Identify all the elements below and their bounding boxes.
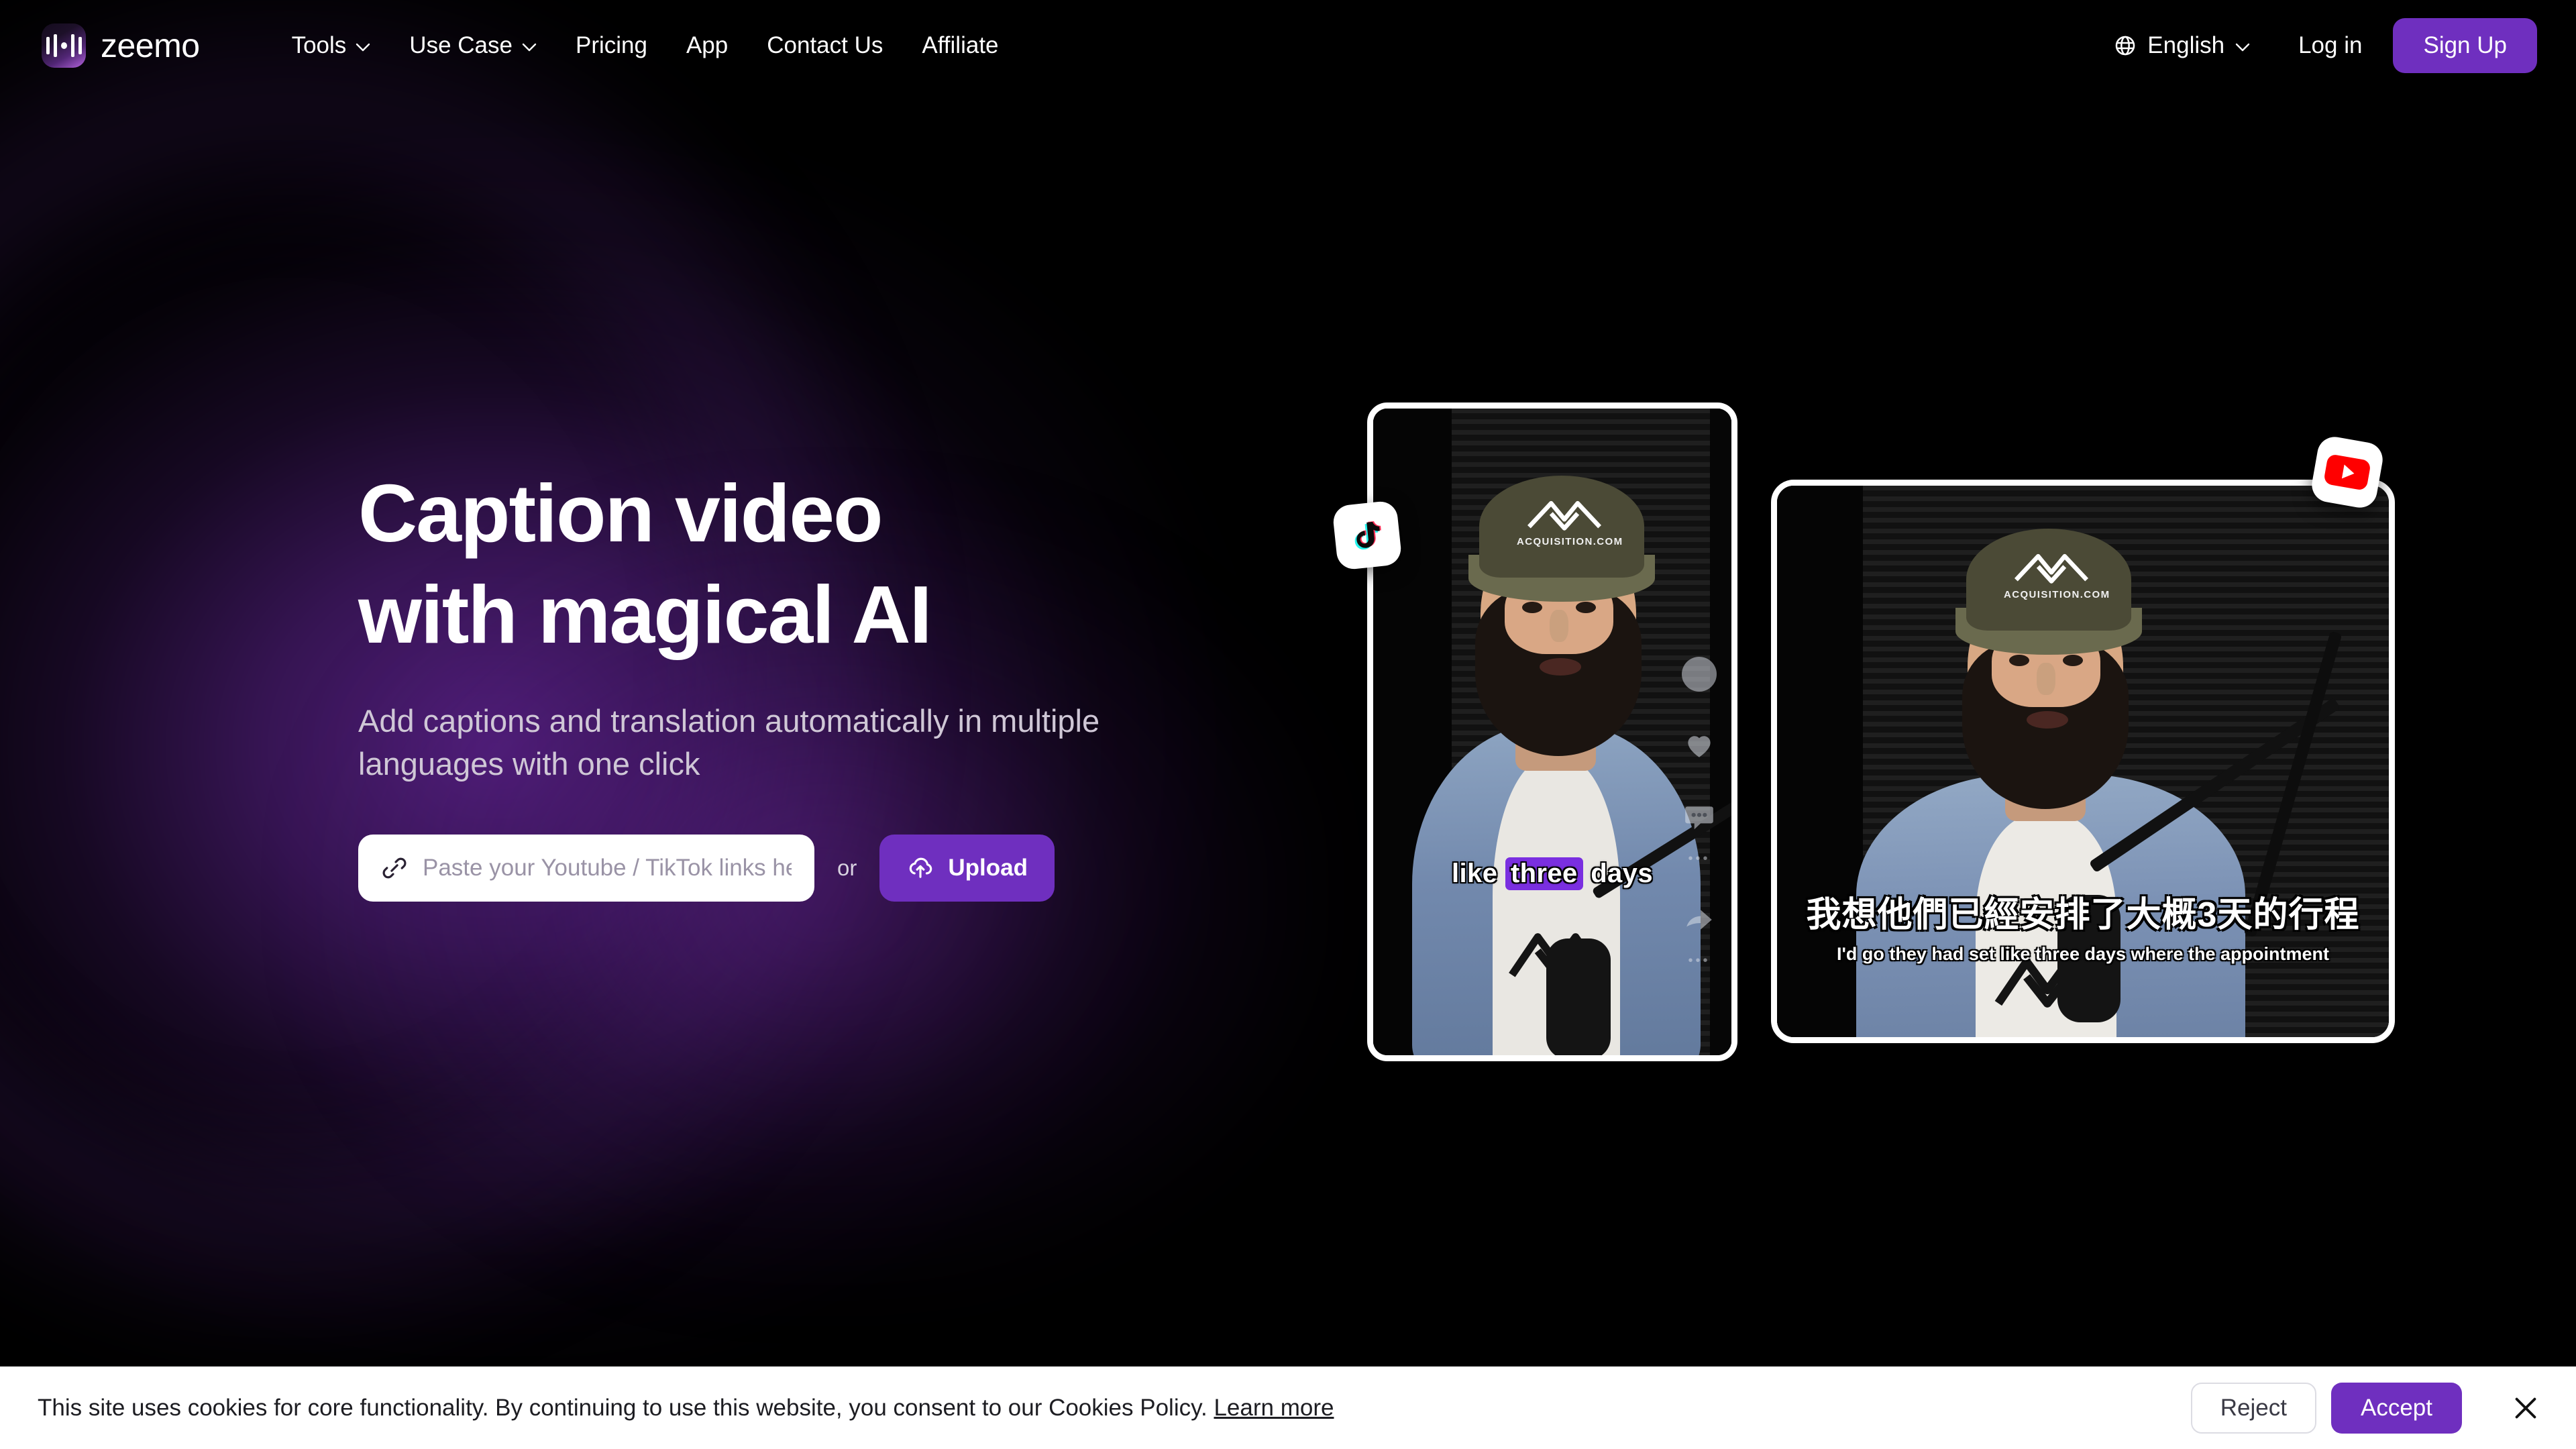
wide-video-card[interactable]: ACQUISITION.COM 我想他們已經安排了大概3天的行程 I'd go … <box>1771 480 2395 1043</box>
hero-title-line1: Caption video <box>358 468 883 559</box>
learn-more-link[interactable]: Learn more <box>1214 1395 1334 1421</box>
login-link[interactable]: Log in <box>2267 32 2393 59</box>
caption-word-after: days <box>1591 859 1653 888</box>
vertical-video-frame: ACQUISITION.COM ••• ••• like three days <box>1373 409 1731 1055</box>
link-icon <box>381 855 408 881</box>
nav-item-label: Affiliate <box>922 32 999 58</box>
close-icon[interactable] <box>2510 1393 2541 1424</box>
nav-item-tools[interactable]: Tools <box>272 32 390 59</box>
video-caption-english: like three days <box>1373 857 1731 890</box>
share-count-dots: ••• <box>1688 953 1711 968</box>
wide-video-frame: ACQUISITION.COM 我想他們已經安排了大概3天的行程 I'd go … <box>1777 486 2389 1037</box>
globe-icon <box>2114 34 2137 57</box>
main-navigation: Tools Use Case Pricing App Contact Us Af… <box>272 32 1018 59</box>
chevron-down-icon <box>2235 43 2250 52</box>
header-actions: English Log in Sign Up <box>2096 18 2537 73</box>
cookie-actions: Reject Accept <box>2190 1382 2541 1434</box>
caption-word-highlight: three <box>1505 857 1583 890</box>
nav-item-contact-us[interactable]: Contact Us <box>747 32 902 59</box>
cap-logo-text: ACQUISITION.COM <box>2004 589 2110 600</box>
nav-item-label: Pricing <box>575 32 647 58</box>
social-action-rail: ••• ••• <box>1682 657 1717 969</box>
upload-button[interactable]: Upload <box>879 835 1055 902</box>
chevron-down-icon <box>522 43 537 52</box>
brand-name: zeemo <box>101 27 200 64</box>
cookie-banner: This site uses cookies for core function… <box>0 1366 2576 1449</box>
caption-word-before: like <box>1452 859 1498 888</box>
nav-item-use-case[interactable]: Use Case <box>390 32 556 59</box>
cap-logo-text: ACQUISITION.COM <box>1517 536 1623 547</box>
accept-button[interactable]: Accept <box>2331 1382 2462 1434</box>
share-icon[interactable] <box>1682 903 1716 940</box>
reject-button[interactable]: Reject <box>2190 1382 2316 1434</box>
signup-button[interactable]: Sign Up <box>2393 18 2537 73</box>
hero-subtitle: Add captions and translation automatical… <box>358 702 1100 782</box>
video-caption-translated: 我想他們已經安排了大概3天的行程 <box>1806 896 2360 934</box>
nav-item-label: Contact Us <box>767 32 883 58</box>
tiktok-icon <box>1332 500 1403 571</box>
nav-item-affiliate[interactable]: Affiliate <box>902 32 1018 59</box>
page-title: Caption video with magical AI <box>358 463 1230 666</box>
site-header: zeemo Tools Use Case Pricing App Contact… <box>0 0 2576 91</box>
waveform-logo-icon <box>42 23 86 68</box>
cookie-message-text: This site uses cookies for core function… <box>38 1394 1208 1421</box>
video-showcase: ACQUISITION.COM ••• ••• like three days … <box>1332 396 2502 1107</box>
upload-cloud-icon <box>906 854 934 882</box>
chevron-down-icon <box>356 43 370 52</box>
nav-item-app[interactable]: App <box>667 32 747 59</box>
youtube-icon <box>2309 434 2385 511</box>
hero-section: Caption video with magical AI Add captio… <box>358 463 1230 902</box>
video-caption-original: I'd go they had set like three days wher… <box>1836 944 2330 964</box>
avatar-icon[interactable] <box>1682 657 1717 692</box>
language-label: English <box>2147 32 2225 58</box>
brand-logo[interactable]: zeemo <box>42 23 200 68</box>
nav-item-label: Tools <box>291 32 347 58</box>
cookie-message: This site uses cookies for core function… <box>38 1395 1334 1421</box>
nav-item-label: Use Case <box>409 32 513 58</box>
or-separator: or <box>837 855 857 881</box>
nav-item-pricing[interactable]: Pricing <box>556 32 667 59</box>
url-input[interactable] <box>423 855 792 882</box>
hero-cta-row: or Upload <box>358 835 1230 902</box>
hero-title-line2: with magical AI <box>358 569 932 661</box>
upload-button-label: Upload <box>948 855 1028 881</box>
language-selector[interactable]: English <box>2096 32 2267 59</box>
vertical-video-card[interactable]: ACQUISITION.COM ••• ••• like three days <box>1367 402 1737 1061</box>
url-input-wrapper[interactable] <box>358 835 814 902</box>
comment-icon[interactable] <box>1682 801 1716 838</box>
heart-icon[interactable] <box>1682 728 1716 765</box>
nav-item-label: App <box>686 32 729 58</box>
